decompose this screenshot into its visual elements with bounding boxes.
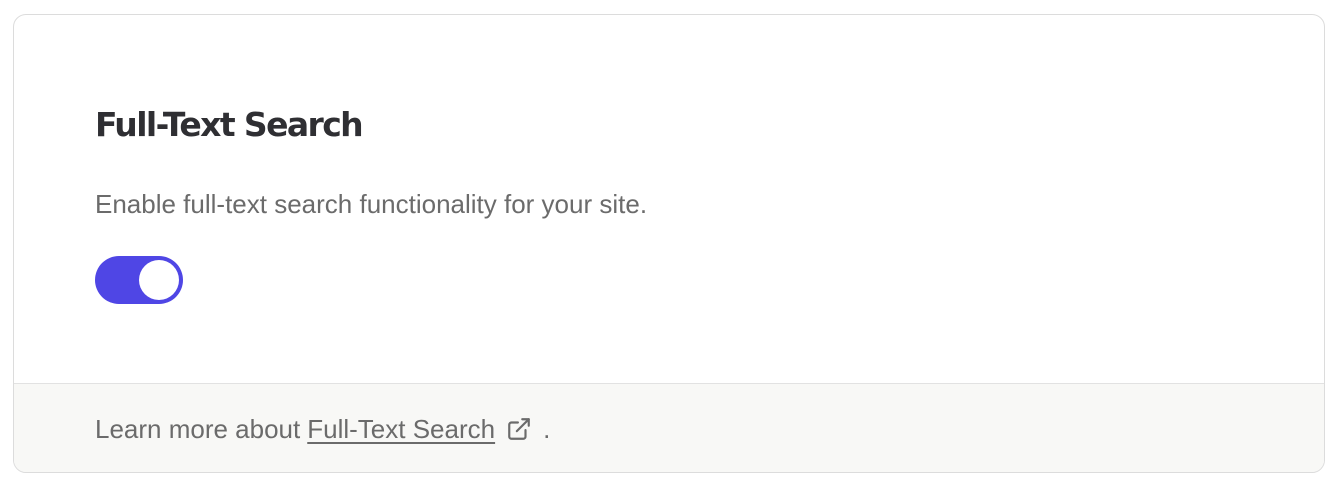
card-description: Enable full-text search functionality fo…: [95, 189, 648, 219]
card-footer: Learn more about Full-Text Search .: [14, 384, 1324, 472]
external-link-icon[interactable]: [505, 415, 533, 443]
card-body: Full-Text Search Enable full-text search…: [14, 15, 1324, 384]
card-title: Full-Text Search: [95, 105, 364, 144]
learn-more-text: Learn more about Full-Text Search .: [95, 413, 550, 445]
learn-more-prefix: Learn more about: [95, 414, 301, 444]
learn-more-suffix: .: [543, 414, 551, 444]
toggle-knob: [139, 260, 179, 300]
full-text-search-link[interactable]: Full-Text Search: [307, 413, 495, 445]
settings-card: Full-Text Search Enable full-text search…: [13, 14, 1325, 473]
full-text-search-toggle[interactable]: [95, 256, 183, 304]
